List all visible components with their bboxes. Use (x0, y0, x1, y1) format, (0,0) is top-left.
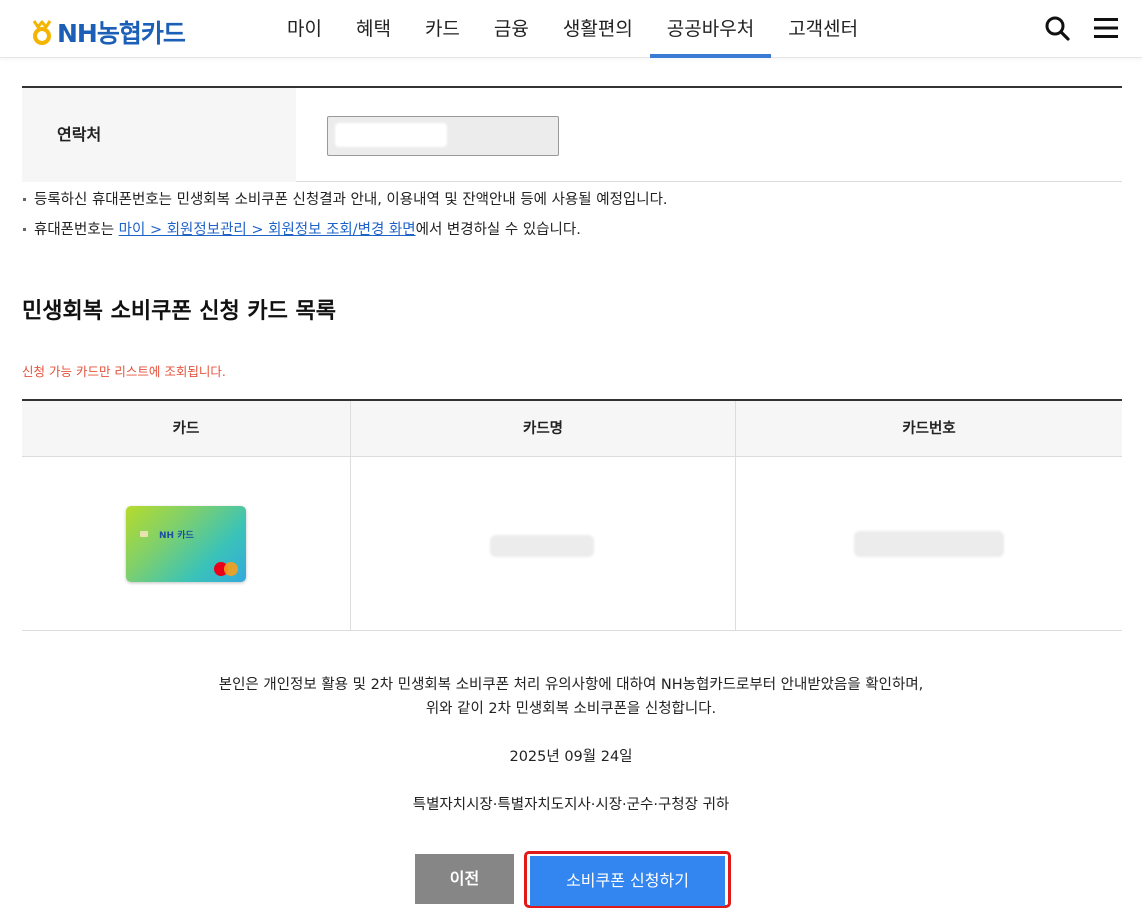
card-brand-text: NH 카드 (159, 531, 194, 541)
application-date: 2025년 09월 24일 (509, 749, 633, 765)
masked-phone-value (335, 123, 447, 147)
card-table: 카드 카드명 카드번호 NH 카드 (22, 399, 1122, 631)
contact-table: 연락처 (22, 86, 1122, 182)
card-number-cell (736, 457, 1122, 630)
nav-item-card[interactable]: 카드 (408, 0, 477, 58)
nav-item-lifestyle[interactable]: 생활편의 (546, 0, 650, 58)
contact-notes: 등록하신 휴대폰번호는 민생회복 소비쿠폰 신청결과 안내, 이용내역 및 잔액… (22, 190, 668, 250)
card-table-header: 카드 카드명 카드번호 (22, 401, 1122, 457)
prev-button[interactable]: 이전 (415, 854, 514, 904)
note-phone-change-suffix: 에서 변경하실 수 있습니다. (415, 222, 581, 238)
col-header-card: 카드 (22, 401, 351, 456)
masked-card-name (490, 535, 594, 557)
card-name-cell (351, 457, 736, 630)
top-header: NH농협카드 마이 혜택 카드 금융 생활편의 공공바우처 고객센터 (0, 0, 1142, 58)
nh-card-logo[interactable]: NH농협카드 (30, 14, 186, 50)
menu-icon[interactable] (1092, 14, 1120, 42)
table-row[interactable]: NH 카드 (22, 457, 1122, 631)
masked-card-number (854, 531, 1004, 557)
confirm-text-line1: 본인은 개인정보 활용 및 2차 민생회복 소비쿠폰 처리 유의사항에 대하여 … (218, 677, 924, 693)
card-cell: NH 카드 (22, 457, 351, 630)
main-nav: 마이 혜택 카드 금융 생활편의 공공바우처 고객센터 (270, 0, 875, 58)
mastercard-icon (214, 562, 238, 576)
logo-text: NH농협카드 (57, 19, 186, 48)
search-icon[interactable] (1043, 14, 1071, 42)
note-phone-usage: 등록하신 휴대폰번호는 민생회복 소비쿠폰 신청결과 안내, 이용내역 및 잔액… (22, 190, 668, 220)
note-phone-change: 휴대폰번호는 마이 > 회원정보관리 > 회원정보 조회/변경 화면에서 변경하… (22, 220, 668, 250)
apply-coupon-button[interactable]: 소비쿠폰 신청하기 (530, 856, 725, 906)
nav-item-benefits[interactable]: 혜택 (339, 0, 408, 58)
recipient-text: 특별자치시장·특별자치도지사·시장·군수·구청장 귀하 (412, 797, 730, 813)
contact-phone-field[interactable] (327, 116, 559, 156)
card-list-title: 민생회복 소비쿠폰 신청 카드 목록 (22, 299, 336, 324)
nav-item-my[interactable]: 마이 (270, 0, 339, 58)
col-header-card-name: 카드명 (351, 401, 736, 456)
nav-item-finance[interactable]: 금융 (477, 0, 546, 58)
confirm-text-line2: 위와 같이 2차 민생회복 소비쿠폰을 신청합니다. (425, 701, 717, 717)
nav-item-public-voucher[interactable]: 공공바우처 (649, 0, 772, 58)
apply-button-highlight: 소비쿠폰 신청하기 (524, 851, 731, 908)
nav-item-customer-center[interactable]: 고객센터 (771, 0, 875, 58)
note-phone-change-prefix: 휴대폰번호는 (34, 222, 119, 238)
col-header-card-number: 카드번호 (902, 421, 956, 437)
card-list-note: 신청 가능 카드만 리스트에 조회됩니다. (22, 364, 226, 379)
member-info-link[interactable]: 마이 > 회원정보관리 > 회원정보 조회/변경 화면 (119, 222, 416, 238)
card-chip-icon (140, 531, 148, 537)
card-image: NH 카드 (126, 506, 246, 582)
nh-logo-mark-icon (32, 20, 52, 45)
contact-label: 연락처 (22, 88, 296, 182)
